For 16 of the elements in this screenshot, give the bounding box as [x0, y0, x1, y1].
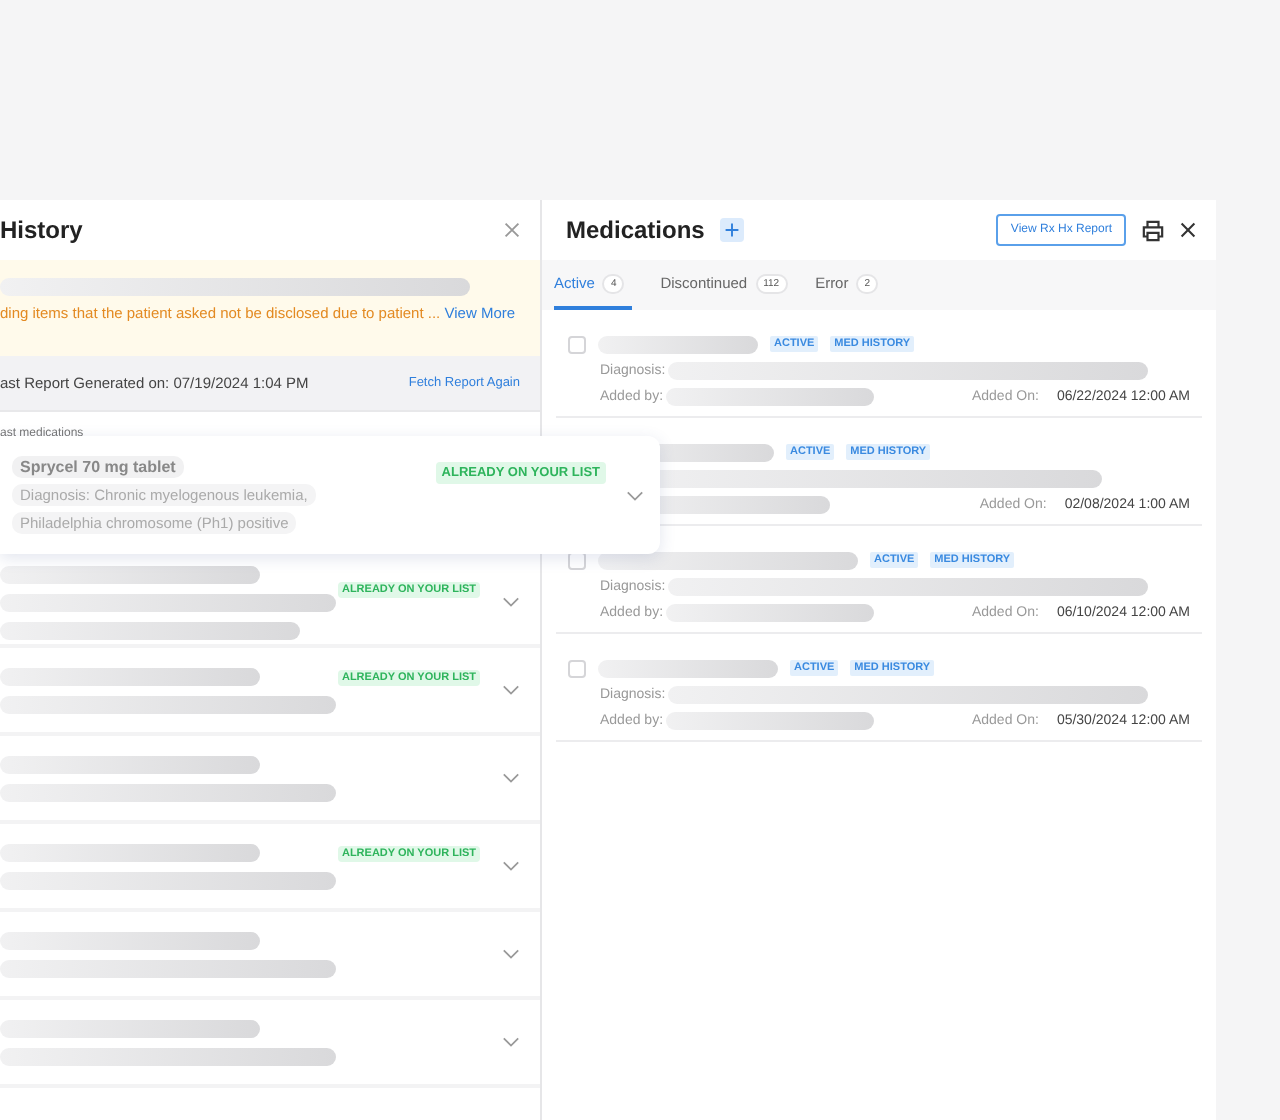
chevron-down-icon[interactable]	[626, 489, 644, 501]
panel-title: History	[0, 216, 83, 244]
checkbox[interactable]	[568, 335, 586, 353]
add-button[interactable]	[720, 218, 745, 242]
chevron-down-icon[interactable]	[502, 860, 520, 872]
chevron-down-icon[interactable]	[502, 948, 520, 960]
chevron-down-icon[interactable]	[502, 1036, 520, 1048]
chevron-down-icon[interactable]	[502, 596, 520, 608]
panel-title: Medications	[566, 216, 705, 244]
medication-name: Sprycel 70 mg tablet	[12, 456, 184, 478]
chevron-down-icon[interactable]	[502, 772, 520, 784]
plus-icon	[724, 222, 741, 238]
close-icon[interactable]	[1180, 222, 1196, 238]
checkbox[interactable]	[568, 659, 586, 677]
chevron-down-icon[interactable]	[502, 684, 520, 696]
print-icon[interactable]	[1142, 219, 1164, 241]
